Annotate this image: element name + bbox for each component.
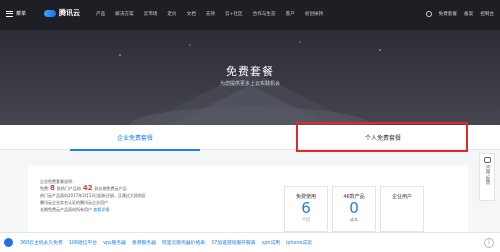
stat-card: 企业用户 [380, 186, 424, 232]
related-links: 360云主机永久免费 106短信平台 vps服务器 香港服务器 阿里云服务器价格… [20, 239, 312, 246]
related-link[interactable]: iphone试玩 [286, 239, 312, 246]
nav-link-community[interactable]: 云+社区 [225, 11, 243, 17]
info-icon[interactable]: i [484, 238, 494, 248]
hot-product-count: 8 [50, 184, 55, 192]
desc-longterm: 长期免费云产品面向所有用户 查看详细 [40, 206, 146, 213]
menu-label: 菜单 [16, 11, 27, 17]
nav-link-pricing[interactable]: 定价 [167, 11, 176, 17]
nav-free-tier-link[interactable]: 免费套餐 [439, 11, 457, 17]
hamburger-icon [6, 10, 13, 17]
brand-logo[interactable]: 腾讯云 [44, 8, 80, 18]
nav-link-partners[interactable]: 合作与生态 [253, 11, 276, 17]
nav-link-docs[interactable]: 文档 [187, 11, 196, 17]
stat-unit: 个月 [302, 217, 310, 222]
hero-subtitle: 为您提供更多上云实践机会 [219, 81, 280, 87]
nav-right: 免费套餐 备案 控制台 [425, 11, 494, 17]
nav-filing-link[interactable]: 备案 [464, 11, 473, 17]
desc-heading: 企业免费套餐说明： [40, 179, 76, 184]
stat-card: 免费使用 6 个月 [284, 186, 328, 232]
bottom-links-bar: 360云主机永久免费 106短信平台 vps服务器 香港服务器 阿里云服务器价格… [0, 232, 500, 252]
baidu-logo-icon [4, 238, 13, 247]
tab-enterprise-free[interactable]: 企业免费套餐 [40, 125, 230, 151]
free-tier-description: 企业免费套餐说明： 免费 8 款热门产品和 42 款长期免费云产品 热门云产品面… [40, 178, 146, 213]
stat-value: 6 [301, 199, 311, 217]
stat-cards: 免费使用 6 个月 46款产品 0 成本 企业用户 [284, 186, 424, 232]
brand-name: 腾讯云 [59, 9, 80, 17]
longterm-product-count: 42 [82, 184, 93, 192]
stat-value: 0 [349, 199, 359, 217]
feedback-widget[interactable]: 咨询·反馈 [479, 153, 495, 201]
stat-label: 企业用户 [391, 194, 412, 200]
cloud-logo-icon [44, 8, 56, 18]
nav-link-products[interactable]: 产品 [96, 11, 105, 17]
highlight-box [296, 122, 468, 152]
nav-link-support[interactable]: 支持 [206, 11, 215, 17]
nav-link-solutions[interactable]: 解决方案 [115, 11, 133, 17]
hero-banner: 免费套餐 为您提供更多上云实践机会 [0, 30, 500, 125]
desc-text: 款长期免费云产品 [94, 186, 127, 191]
desc-eligibility-2: 腾讯云企业实名认证的腾讯云企业用户 [40, 200, 108, 205]
related-link[interactable]: vps服务器 [103, 239, 126, 246]
desc-text: 款热门产品和 [56, 186, 81, 191]
nav-link-customers[interactable]: 客户 [286, 11, 295, 17]
related-link[interactable]: 37加速游戏服开服表 [211, 239, 255, 246]
stat-unit: 成本 [350, 217, 358, 222]
related-link[interactable]: 106短信平台 [69, 239, 97, 246]
desc-summary: 免费 8 款热门产品和 42 款长期免费云产品 [40, 185, 146, 192]
stat-card: 46款产品 0 成本 [332, 186, 376, 232]
related-link[interactable]: 360云主机永久免费 [20, 239, 63, 246]
nav-link-marketplace[interactable]: 云市场 [144, 11, 158, 17]
top-nav: 菜单 腾讯云 产品 解决方案 云市场 定价 文档 支持 云+社区 合作与生态 客… [0, 0, 500, 30]
menu-button[interactable]: 菜单 [6, 10, 26, 17]
enterprise-free-panel: 企业免费套餐说明： 免费 8 款热门产品和 42 款长期免费云产品 热门云产品面… [28, 166, 468, 232]
hero-title: 免费套餐 [226, 65, 274, 78]
main-nav-links: 产品 解决方案 云市场 定价 文档 支持 云+社区 合作与生态 客户 初创扶持 [96, 11, 323, 17]
chat-icon [483, 157, 491, 163]
related-link[interactable]: vpn试用 [262, 239, 281, 246]
desc-eligibility: 热门云产品面向2017年3月13日起新注册，且通过大陆地区 [40, 193, 146, 198]
search-icon[interactable] [425, 11, 432, 17]
nav-console-link[interactable]: 控制台 [480, 11, 494, 17]
desc-text: 长期免费云产品面向所有用户 [40, 207, 92, 212]
nav-link-startups[interactable]: 初创扶持 [305, 11, 323, 17]
feedback-label: 咨询·反馈 [485, 165, 490, 185]
details-link[interactable]: 查看详细 [93, 207, 109, 212]
related-link[interactable]: 香港服务器 [132, 239, 156, 246]
related-link[interactable]: 阿里云服务器价格表 [162, 239, 205, 246]
desc-text: 免费 [40, 186, 48, 191]
